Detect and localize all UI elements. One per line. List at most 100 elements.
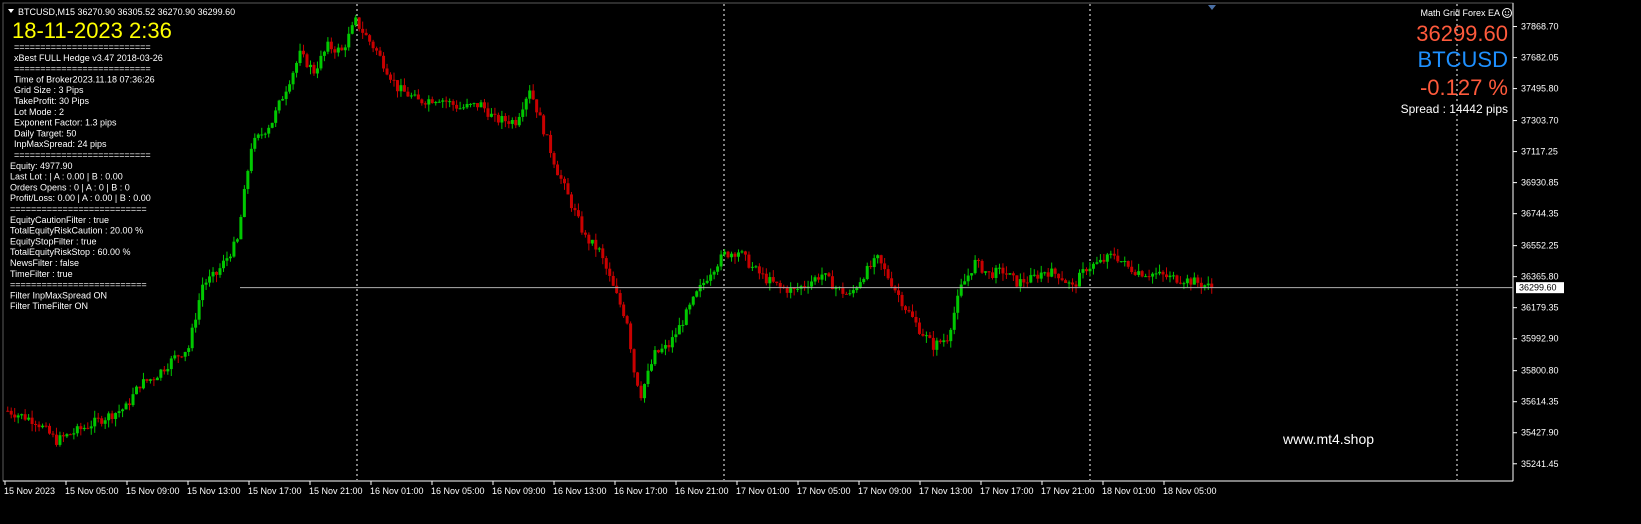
info-line: Last Lot : | A : 0.00 | B : 0.00 <box>10 172 123 182</box>
candle-bull <box>1144 276 1148 278</box>
candle-bull <box>681 324 685 326</box>
candle-bear <box>869 265 873 268</box>
candle-bear <box>371 41 375 49</box>
candle-bear <box>556 164 560 176</box>
candle-bull <box>347 33 351 48</box>
candle-bear <box>34 423 38 425</box>
candle-bear <box>305 54 309 68</box>
candle-bear <box>30 417 34 424</box>
price-tick-label: 36365.80 <box>1521 272 1559 282</box>
candle-bull <box>663 345 667 349</box>
candle-bull <box>810 281 814 287</box>
candle-bull <box>796 288 800 290</box>
candle-bull <box>1171 275 1175 277</box>
candle-bear <box>333 49 337 53</box>
candle-bear <box>904 306 908 311</box>
time-tick-label: 15 Nov 21:00 <box>309 486 363 496</box>
candle-bull <box>155 377 159 381</box>
candle-bear <box>931 337 935 350</box>
candle-bull <box>190 327 194 349</box>
price-tick-label: 35427.90 <box>1521 428 1559 438</box>
candle-bull <box>308 64 312 68</box>
candle-bull <box>643 384 647 399</box>
info-line: Grid Size : 3 Pips <box>14 85 84 95</box>
candle-bull <box>249 148 253 171</box>
candle-bear <box>566 183 570 195</box>
candle-bull <box>288 84 292 92</box>
candle-bull <box>354 17 358 26</box>
candle-bear <box>569 194 573 209</box>
info-line: Lot Mode : 2 <box>14 107 64 117</box>
candle-bear <box>945 340 949 342</box>
candle-bear <box>392 79 396 81</box>
watermark-label: www.mt4.shop <box>1282 431 1374 447</box>
candle-bear <box>656 350 660 353</box>
info-line: ========================== <box>14 64 151 74</box>
candle-bull <box>1151 273 1155 277</box>
candle-bear <box>1199 282 1203 287</box>
candle-bull <box>319 55 323 69</box>
candle-bear <box>385 68 389 75</box>
candle-bull <box>41 425 45 428</box>
candle-bear <box>138 386 142 389</box>
candle-bear <box>900 294 904 307</box>
candle-bull <box>1088 268 1092 272</box>
candle-bear <box>636 372 640 386</box>
candle-bear <box>361 28 365 33</box>
datetime-label: 18-11-2023 2:36 <box>12 18 172 43</box>
candle-bear <box>1126 261 1130 267</box>
candle-bull <box>239 217 243 240</box>
candle-bull <box>862 279 866 283</box>
candle-bull <box>984 271 988 273</box>
candle-bull <box>528 90 532 99</box>
candle-bull <box>131 394 135 406</box>
candle-bear <box>86 427 90 429</box>
candle-bull <box>949 329 953 342</box>
candle-bull <box>1158 271 1162 274</box>
candle-bull <box>1185 278 1189 284</box>
candle-bull <box>235 239 239 242</box>
price-chart[interactable]: 36299.60 37868.70 37682.05 37495.80 37303.7… <box>0 0 1641 524</box>
candle-bull <box>187 348 191 352</box>
price-tick-label: 37682.05 <box>1521 53 1559 63</box>
candle-bull <box>141 379 145 389</box>
candle-bull <box>966 275 970 282</box>
candle-bull <box>688 304 692 310</box>
candle-bear <box>1057 273 1061 279</box>
candle-bear <box>162 369 166 372</box>
candle-bear <box>496 114 500 123</box>
candle-bear <box>559 175 563 179</box>
candle-bull <box>169 358 173 370</box>
candle-bear <box>1022 279 1026 283</box>
candle-bear <box>803 286 807 288</box>
candle-bear <box>1130 266 1134 273</box>
candle-bull <box>952 312 956 330</box>
candle-bear <box>368 35 372 42</box>
candle-bull <box>277 100 281 111</box>
candle-bull <box>20 414 24 416</box>
candle-bear <box>667 345 671 348</box>
price-tick-label: 35992.90 <box>1521 334 1559 344</box>
candle-bull <box>89 426 93 429</box>
candle-bull <box>942 340 946 343</box>
candle-bull <box>58 435 62 445</box>
candle-bull <box>242 188 246 218</box>
candle-bull <box>740 251 744 253</box>
candle-bear <box>747 254 751 268</box>
candle-bull <box>719 254 723 267</box>
candle-bull <box>472 103 476 105</box>
time-tick-label: 16 Nov 13:00 <box>553 486 607 496</box>
candle-bull <box>27 417 31 420</box>
candle-bull <box>409 95 413 97</box>
candle-bull <box>754 266 758 268</box>
candle-bull <box>994 267 998 278</box>
candle-bull <box>1123 261 1127 263</box>
candle-bear <box>893 286 897 291</box>
candle-bear <box>1102 259 1106 262</box>
candle-bear <box>329 41 333 50</box>
candle-bear <box>611 275 615 286</box>
candle-bear <box>632 349 636 373</box>
candle-bear <box>921 333 925 336</box>
candle-bear <box>476 103 480 108</box>
candle-bull <box>326 41 330 52</box>
